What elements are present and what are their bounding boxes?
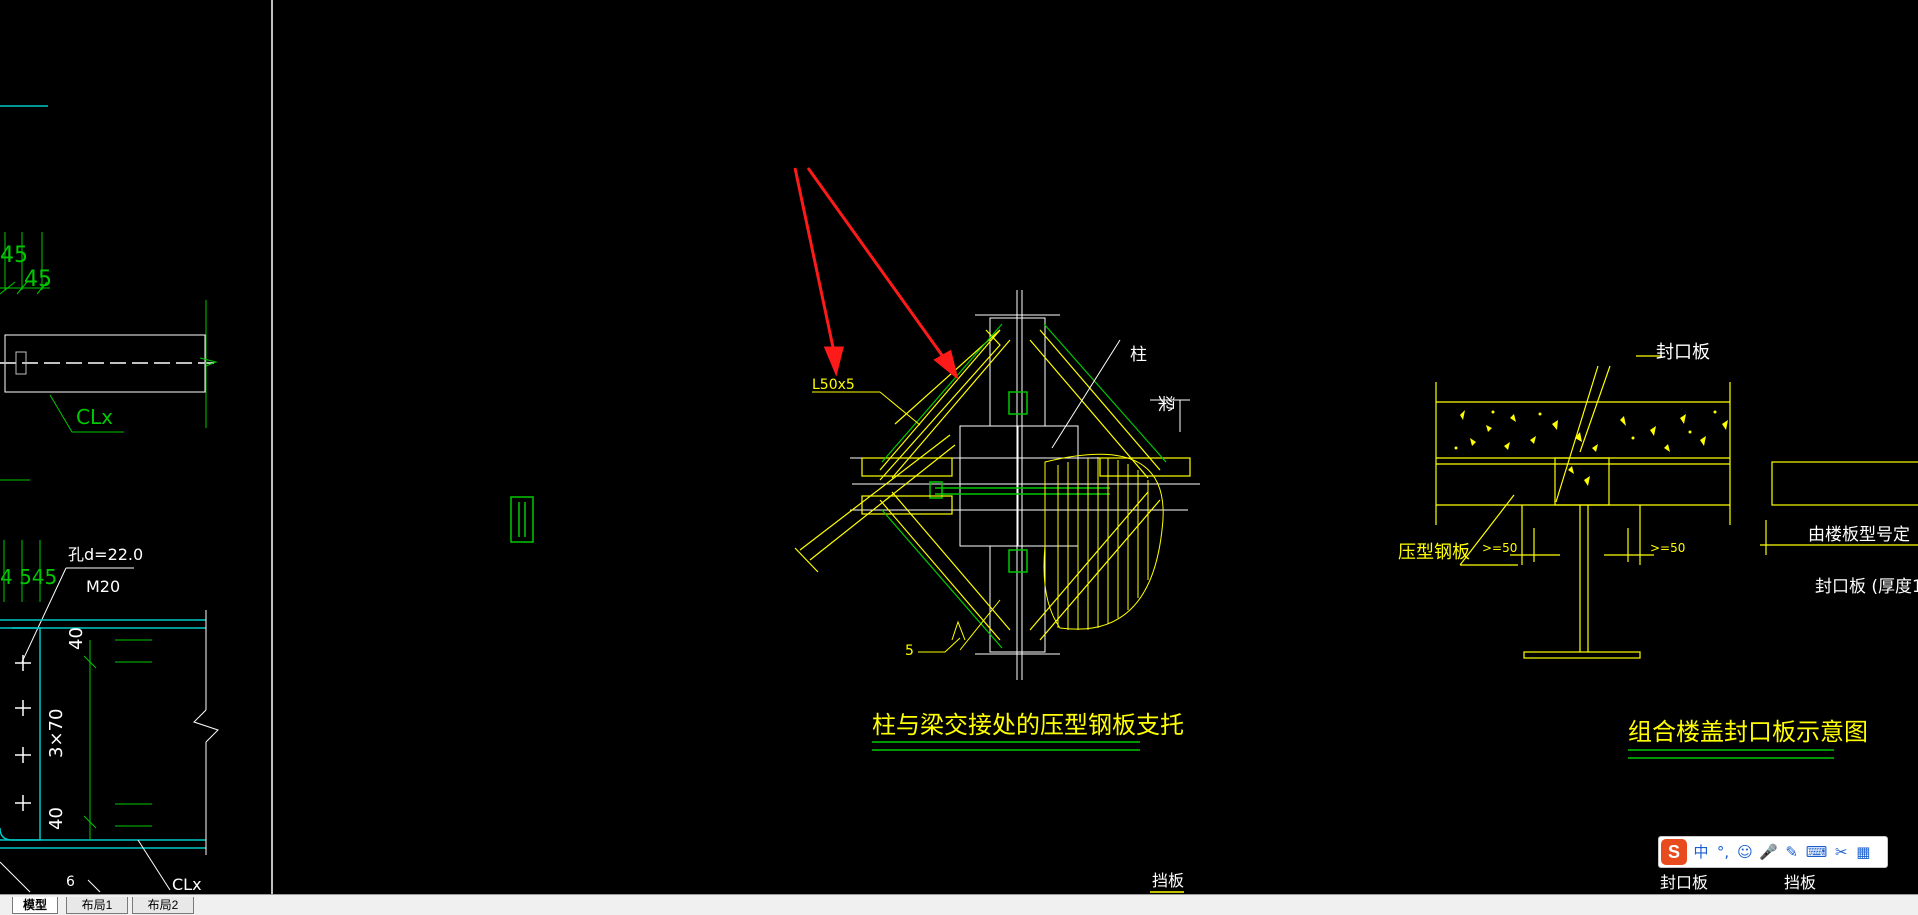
dim-6: 6 [66, 874, 75, 890]
label-dangban-right: 挡板 [1784, 873, 1816, 892]
dim-40-top: 40 [66, 627, 87, 650]
bottom-labels: 挡板 封口板 挡板 [1150, 871, 1816, 893]
label-angle: L50x5 [812, 377, 855, 393]
dim-3x70: 3×70 [46, 709, 67, 758]
red-arrows [793, 167, 959, 380]
emoji-icon[interactable]: ☺ [1737, 839, 1753, 865]
green-marker [510, 496, 534, 543]
note-deck-type: 由楼板型号定 [1808, 525, 1910, 545]
label-dangban-center: 挡板 [1152, 871, 1184, 890]
input-mode-toggle[interactable]: 中 [1693, 839, 1709, 865]
tab-layout1[interactable]: 布局1 [66, 897, 128, 914]
note-thickness: 封口板 (厚度1. [1815, 577, 1918, 597]
punctuation-toggle[interactable]: °, [1715, 839, 1731, 865]
grid-menu-icon[interactable]: ▦ [1855, 839, 1871, 865]
dim-40-bottom: 40 [46, 807, 67, 830]
dim-ge50-left: >=50 [1482, 541, 1517, 555]
label-deck: 压型钢板 [1398, 542, 1470, 563]
detail-column-beam: L50x5 柱 梁 5 柱与梁交接处的压型钢板支托 [794, 290, 1200, 751]
dim-ge50-right: >=50 [1650, 541, 1685, 555]
left-detail: 45 45 CLx 4 545 孔d=22.0 M20 40 3×70 40 C… [0, 105, 219, 894]
cad-drawing: 45 45 CLx 4 545 孔d=22.0 M20 40 3×70 40 C… [0, 0, 1918, 894]
tab-layout2[interactable]: 布局2 [132, 897, 194, 914]
dim-45-a: 45 [0, 243, 28, 268]
label-seal-plate: 封口板 [1656, 342, 1710, 363]
keyboard-icon[interactable]: ⌨ [1806, 839, 1828, 865]
dim-45-b: 45 [24, 267, 52, 292]
pen-icon[interactable]: ✎ [1784, 839, 1800, 865]
weld-size: 5 [905, 643, 914, 659]
drawing-canvas[interactable]: 45 45 CLx 4 545 孔d=22.0 M20 40 3×70 40 C… [0, 0, 1918, 894]
label-clx-bottom: CLx [172, 875, 202, 894]
voice-icon[interactable]: 🎤 [1759, 839, 1778, 865]
detail-1-title: 柱与梁交接处的压型钢板支托 [872, 711, 1184, 739]
scissors-icon[interactable]: ✂ [1833, 839, 1849, 865]
detail-2-title: 组合楼盖封口板示意图 [1628, 718, 1868, 746]
detail-seal-plate: 封口板 压型钢板 >=50 >=50 由楼板型号定 封口板 (厚度1. 组合楼盖… [1398, 342, 1918, 759]
dim-4-545: 4 545 [0, 565, 57, 589]
label-beam: 梁 [1155, 395, 1175, 412]
sogou-logo-icon[interactable]: S [1661, 839, 1687, 865]
layout-tab-bar: 模型 布局1 布局2 [0, 894, 1918, 915]
bolt-note: M20 [86, 577, 120, 596]
label-clx-top: CLx [76, 405, 113, 429]
label-fengkouban: 封口板 [1660, 873, 1708, 892]
label-column: 柱 [1130, 345, 1147, 365]
ime-toolbar[interactable]: S 中 °, ☺ 🎤 ✎ ⌨ ✂ ▦ [1658, 836, 1888, 868]
hole-note: 孔d=22.0 [68, 545, 143, 564]
tab-model[interactable]: 模型 [12, 897, 58, 914]
